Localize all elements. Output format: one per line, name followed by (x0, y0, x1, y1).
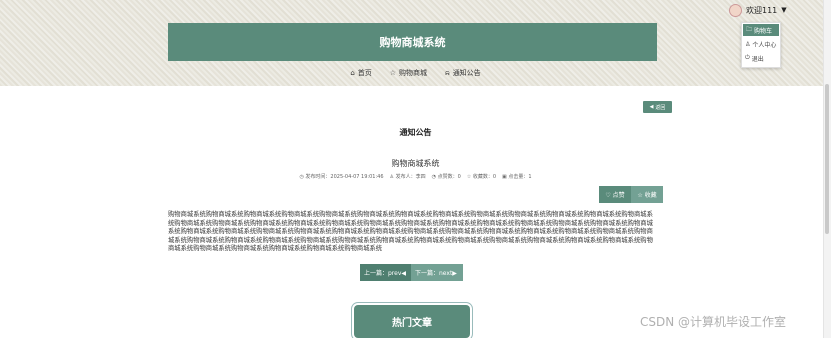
menu-item-logout[interactable]: ⏻ 退出 (742, 51, 780, 65)
next-article-button[interactable]: 下一篇：next▶ (411, 264, 463, 281)
nav-item-notice[interactable]: ⍾ 通知公告 (445, 68, 481, 78)
article-pager: 上一篇：prev◀ 下一篇：next▶ (360, 264, 463, 281)
prev-article-button[interactable]: 上一篇：prev◀ (360, 264, 411, 281)
meta-text: 点赞数：0 (437, 174, 461, 180)
thumb-icon: ◔ (431, 174, 436, 180)
scrollbar-thumb[interactable] (825, 84, 829, 234)
caret-down-icon: ▼ (781, 6, 787, 14)
clock-icon: ◷ (299, 174, 304, 180)
cart-icon: 🗀 (746, 26, 753, 33)
hot-articles-heading: 热门文章 (354, 305, 470, 338)
fav-icon: ☆ (466, 174, 472, 180)
view-icon: ▣ (502, 174, 507, 180)
nav-item-home[interactable]: ⌂ 首页 (350, 68, 371, 78)
banner-title: 购物商城系统 (379, 36, 446, 49)
bell-icon: ⍾ (445, 68, 450, 77)
meta-text: 点击量：1 (508, 174, 532, 180)
home-icon: ⌂ (350, 69, 355, 77)
user-dropdown: 🗀 购物车 ♙ 个人中心 ⏻ 退出 (741, 22, 781, 68)
nav-label: 通知公告 (452, 69, 481, 77)
menu-item-label: 个人中心 (752, 41, 777, 49)
back-button[interactable]: ◀ 返回 (643, 101, 672, 113)
nav-item-mall[interactable]: ☆ 购物商城 (390, 68, 427, 78)
csdn-watermark: CSDN @计算机毕设工作室 (640, 315, 787, 329)
user-icon: ♙ (745, 40, 751, 48)
article-content: 购物商城系统购物商城系统购物商城系统购物商城系统购物商城系统购物商城系统购物商城… (168, 211, 653, 252)
like-count: ◔ 点赞数：0 (432, 173, 461, 180)
fav-count: ☆ 收藏数：0 (467, 173, 496, 180)
article-title: 购物商城系统 (391, 159, 440, 168)
user-menu-trigger[interactable]: 欢迎111 ▼ (729, 2, 787, 18)
avatar (729, 3, 742, 17)
section-title: 通知公告 (399, 128, 432, 137)
like-button[interactable]: ♡ 点赞 (599, 186, 631, 203)
main-nav: ⌂ 首页 ☆ 购物商城 ⍾ 通知公告 (0, 64, 831, 82)
meta-text: 发布人：李四 (395, 174, 426, 180)
nav-label: 购物商城 (399, 69, 428, 77)
publisher: ♙ 发布人：李四 (390, 173, 426, 180)
logout-icon: ⏻ (745, 54, 750, 61)
meta-text: 发布时间：2025-04-07 19:01:46 (305, 174, 384, 180)
menu-item-profile[interactable]: ♙ 个人中心 (742, 37, 780, 51)
menu-item-label: 退出 (751, 55, 764, 63)
person-icon: ♙ (389, 174, 394, 180)
page: 购物商城系统 欢迎111 ▼ 🗀 购物车 ♙ 个人中心 ⏻ 退出 ⌂ 首页 ☆ … (0, 0, 831, 338)
article-meta: ◷ 发布时间：2025-04-07 19:01:46 ♙ 发布人：李四 ◔ 点赞… (0, 173, 831, 180)
favorite-button[interactable]: ☆ 收藏 (631, 186, 663, 203)
menu-item-cart[interactable]: 🗀 购物车 (743, 24, 779, 36)
back-arrow-icon: ◀ (649, 104, 654, 110)
star-icon: ☆ (389, 69, 397, 77)
menu-item-label: 购物车 (754, 27, 773, 35)
back-label: 返回 (655, 104, 666, 111)
publish-time: ◷ 发布时间：2025-04-07 19:01:46 (299, 173, 383, 180)
site-banner: 购物商城系统 (168, 23, 657, 61)
view-count: ▣ 点击量：1 (502, 173, 532, 180)
meta-text: 收藏数：0 (472, 174, 497, 180)
greeting-text: 欢迎111 (746, 5, 778, 15)
nav-label: 首页 (357, 69, 372, 77)
